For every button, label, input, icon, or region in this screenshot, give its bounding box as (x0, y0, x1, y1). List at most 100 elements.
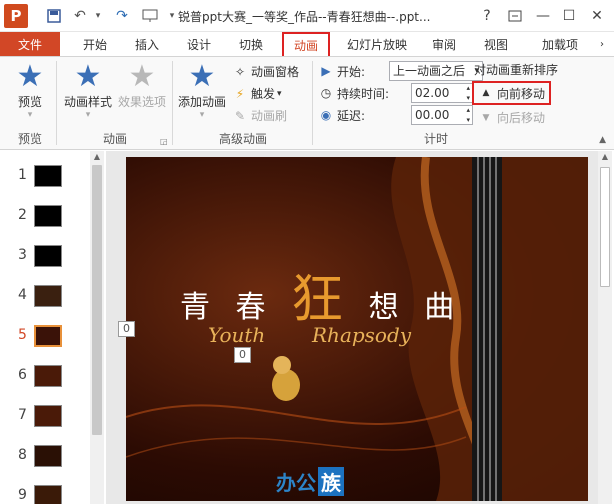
animation-pane-button[interactable]: ✧ 动画窗格 (232, 63, 299, 80)
animation-pane-icon: ✧ (234, 64, 246, 79)
delay-spinner-icon[interactable]: ▴ ▾ (466, 105, 470, 125)
tab-view[interactable]: 视图 (474, 32, 518, 56)
tab-addins[interactable]: 加载项 (532, 32, 588, 56)
slide-thumbnail (34, 485, 62, 504)
site-watermark: 办公 族 (276, 467, 344, 496)
document-title: 锐普ppt大赛_一等奖_作品--青春狂想曲--.ppt... (178, 10, 431, 24)
thumbnail-item[interactable]: 6 (0, 363, 90, 391)
subtitle-rhapsody: Rhapsody (312, 323, 412, 347)
animation-order-tag[interactable]: 0 (118, 321, 135, 337)
maximize-button[interactable]: ☐ (558, 6, 580, 26)
thumbnail-item[interactable]: 7 (0, 403, 90, 431)
group-label-timing: 计时 (423, 132, 448, 146)
preview-button[interactable]: ★ 预览 ▾ (10, 59, 50, 121)
thumbnail-item[interactable]: 9 (0, 483, 90, 504)
start-select[interactable]: 上一动画之后 ▾ (389, 61, 483, 81)
thumbnail-item[interactable]: 3 (0, 243, 90, 271)
trigger-dropdown-icon: ▾ (277, 88, 282, 99)
tab-animations[interactable]: 动画 (282, 32, 330, 56)
slide-thumbnail (34, 285, 62, 307)
thumbnail-number: 5 (18, 327, 27, 343)
tab-insert[interactable]: 插入 (124, 32, 170, 56)
tab-file[interactable]: 文件 (0, 32, 60, 56)
tab-design[interactable]: 设计 (176, 32, 222, 56)
slide-thumbnail (34, 365, 62, 387)
scrollbar-thumb[interactable] (92, 165, 102, 435)
animation-styles-button[interactable]: ★ 动画样式 ▾ (60, 59, 116, 121)
thumbnail-number: 6 (18, 367, 27, 383)
animation-dialog-launcher-icon[interactable]: ◲ (160, 137, 168, 146)
animation-painter-button[interactable]: ✎ 动画刷 (232, 107, 287, 124)
animation-style-star-icon: ★ (74, 59, 102, 94)
redo-icon[interactable]: ↷ (112, 6, 132, 26)
animation-order-tag-highlighted[interactable]: 0 (234, 347, 251, 363)
ribbon-separator (56, 61, 57, 145)
preview-dropdown-icon: ▾ (27, 110, 33, 120)
ribbon-separator (312, 61, 313, 145)
ribbon-tabs: 文件 开始 插入 设计 切换 动画 幻灯片放映 审阅 视图 加载项 › (0, 32, 614, 56)
move-later-button[interactable]: ▼ 向后移动 (478, 109, 545, 126)
duration-input[interactable]: 02.00 ▴ ▾ (411, 83, 473, 103)
title-part-2: 想 曲 (368, 290, 463, 325)
undo-icon[interactable]: ↶ (70, 6, 90, 26)
thumbnail-number: 3 (18, 247, 27, 263)
minimize-button[interactable]: — (532, 6, 554, 26)
canvas-scrollbar[interactable]: ▲ (598, 151, 612, 504)
save-icon[interactable] (44, 6, 64, 26)
undo-dropdown-icon[interactable]: ▾ (88, 6, 108, 26)
group-label-animation: 动画 (102, 132, 127, 146)
thumbnail-number: 7 (18, 407, 27, 423)
thumbnail-item[interactable]: 8 (0, 443, 90, 471)
delay-icon: ◉ (320, 108, 332, 122)
preview-star-icon: ★ (16, 59, 44, 94)
ribbon-display-options-icon[interactable] (504, 6, 526, 26)
duration-row: ◷ 持续时间: 02.00 ▴ ▾ (318, 83, 473, 103)
duration-spinner-icon[interactable]: ▴ ▾ (466, 83, 470, 103)
reorder-title: 对动画重新排序 (474, 63, 559, 77)
move-earlier-button[interactable]: ▲ 向前移动 (472, 81, 552, 105)
effect-options-button[interactable]: ★ 效果选项 (114, 61, 170, 110)
trigger-button[interactable]: ⚡ 触发 ▾ (232, 85, 282, 102)
watermark-text: 办公 (276, 471, 316, 495)
add-animation-button[interactable]: ★ 添加动画 ▾ (176, 61, 228, 121)
thumbnail-scrollbar[interactable]: ▲ (90, 151, 104, 504)
ribbon-separator (172, 61, 173, 145)
slide[interactable]: 青 春 狂 想 曲 Youth Rhapsody 0 办公 族 (126, 157, 588, 501)
thumbnail-number: 9 (18, 487, 27, 503)
start-play-icon: ▶ (321, 64, 331, 78)
animation-painter-label: 动画刷 (251, 109, 288, 123)
scroll-up-icon[interactable]: ▲ (90, 151, 104, 163)
thumbnail-item[interactable]: 4 (0, 283, 90, 311)
move-earlier-up-icon: ▲ (482, 88, 490, 98)
tab-review[interactable]: 审阅 (422, 32, 466, 56)
move-earlier-label: 向前移动 (497, 86, 546, 101)
delay-row: ◉ 延迟: 00.00 ▴ ▾ (318, 105, 473, 125)
animation-pane-label: 动画窗格 (251, 65, 300, 79)
delay-input[interactable]: 00.00 ▴ ▾ (411, 105, 473, 125)
slide-thumbnail (34, 445, 62, 467)
thumbnail-item[interactable]: 1 (0, 163, 90, 191)
thumbnail-item[interactable]: 2 (0, 203, 90, 231)
move-later-label: 向后移动 (497, 111, 546, 125)
powerpoint-logo-icon[interactable]: P (4, 4, 28, 28)
start-select-value: 上一动画之后 (393, 64, 466, 78)
help-button[interactable]: ? (476, 6, 498, 26)
animation-painter-icon: ✎ (234, 108, 246, 123)
close-button[interactable]: ✕ (586, 6, 608, 26)
tab-slideshow[interactable]: 幻灯片放映 (340, 32, 414, 56)
present-from-start-icon[interactable] (140, 6, 160, 26)
duration-value: 02.00 (415, 86, 450, 100)
move-later-down-icon: ▼ (482, 112, 490, 123)
group-label-advanced-animation: 高级动画 (218, 132, 267, 146)
tab-home[interactable]: 开始 (72, 32, 118, 56)
collapse-ribbon-icon[interactable]: ▲ (599, 135, 606, 145)
slide-thumbnail (34, 165, 62, 187)
scroll-up-icon[interactable]: ▲ (598, 151, 612, 163)
animation-styles-dropdown-icon: ▾ (85, 110, 91, 120)
scrollbar-thumb[interactable] (600, 167, 610, 287)
effect-options-star-icon: ★ (128, 59, 156, 94)
tab-transitions[interactable]: 切换 (228, 32, 274, 56)
thumbnail-item-selected[interactable]: 5 (0, 323, 90, 351)
tabs-scroll-right-icon[interactable]: › (594, 32, 610, 56)
slide-thumbnail-pane: 1 2 3 4 5 6 7 8 9 (0, 151, 104, 504)
